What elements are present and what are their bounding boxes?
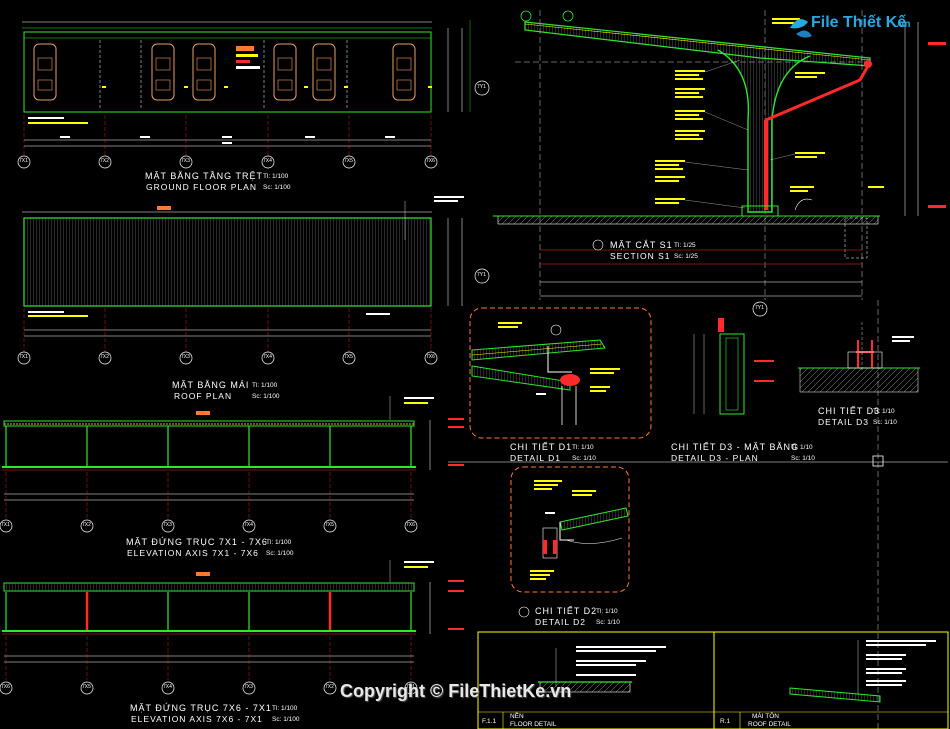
section-axis-label: 7Y1 bbox=[755, 305, 764, 311]
section-s1-title-vn: MẶT CẮT S1 bbox=[610, 240, 673, 250]
detail-d2-title-en: DETAIL D2 bbox=[535, 617, 587, 627]
elevation-2-axis-label: 7X4 bbox=[163, 684, 172, 690]
elevation-1-title-vn: MẶT ĐỨNG TRỤC 7X1 - 7X6 bbox=[126, 537, 268, 547]
roof-plan-axis-label: 7X2 bbox=[100, 354, 109, 360]
cross-axis-label: 7Y1 bbox=[477, 84, 486, 90]
logo-text: File Thiết Kế bbox=[811, 14, 907, 31]
elevation-1-title-en: ELEVATION AXIS 7X1 - 7X6 bbox=[127, 548, 259, 558]
roof-plan-title-en: ROOF PLAN bbox=[174, 391, 233, 401]
roof-detail-title-en: ROOF DETAIL bbox=[748, 721, 791, 728]
elevation-2-axis-label: 7X5 bbox=[82, 684, 91, 690]
section-s1-title-en: SECTION S1 bbox=[610, 251, 671, 261]
elevation-2-axis-label: 7X6 bbox=[1, 684, 10, 690]
logo-icon bbox=[790, 19, 812, 38]
ground-floor-scale-vn: Tl: 1/100 bbox=[263, 173, 289, 180]
detail-d2-title-vn: CHI TIẾT D2 bbox=[535, 606, 598, 616]
roof-plan-axis-label: 7X3 bbox=[181, 354, 190, 360]
elevation-axis-7x1-7x6 bbox=[0, 396, 464, 533]
detail-d1-scale-vn: Tl: 1/10 bbox=[572, 444, 594, 451]
detail-d2 bbox=[510, 466, 630, 618]
roof-detail-code: R.1 bbox=[720, 718, 731, 725]
roof-plan-axis-label: 7X1 bbox=[19, 354, 28, 360]
detail-d3-scale-vn: Tl: 1/10 bbox=[873, 408, 895, 415]
elevation-1-axis-label: 7X5 bbox=[325, 522, 334, 528]
copyright-watermark: Copyright © FileThietKe.vn bbox=[340, 681, 572, 701]
detail-d3-plan-title-en: DETAIL D3 - PLAN bbox=[671, 453, 759, 463]
detail-d2-scale-vn: Tl: 1/10 bbox=[596, 608, 618, 615]
elevation-1-scale-en: Sc: 1/100 bbox=[266, 550, 294, 557]
roof-detail-title-vn: MÁI TÔN bbox=[752, 713, 779, 720]
detail-d3-scale-en: Sc: 1/10 bbox=[873, 419, 897, 426]
detail-d3-plan bbox=[693, 318, 774, 415]
detail-d1-title-vn: CHI TIẾT D1 bbox=[510, 442, 573, 452]
ground-floor-axis-label: 7X3 bbox=[181, 158, 190, 164]
elevation-1-axis-label: 7X1 bbox=[1, 522, 10, 528]
detail-d1-title-en: DETAIL D1 bbox=[510, 453, 562, 463]
ground-floor-plan bbox=[17, 20, 490, 169]
ground-floor-title-vn: MẶT BẰNG TẦNG TRỆT bbox=[145, 171, 264, 181]
elevation-1-scale-vn: Tl: 1/100 bbox=[266, 539, 292, 546]
ground-floor-axis-label: 7X6 bbox=[426, 158, 435, 164]
elevation-2-title-vn: MẶT ĐỨNG TRỤC 7X6 - 7X1 bbox=[130, 703, 272, 713]
ground-floor-scale-en: Sc: 1/100 bbox=[263, 184, 291, 191]
logo-ext: .vn bbox=[896, 19, 911, 30]
detail-d3-title-vn: CHI TIẾT D3 bbox=[818, 406, 881, 416]
ground-floor-axis-label: 7X1 bbox=[19, 158, 28, 164]
floor-detail-code: F.1.1 bbox=[482, 718, 497, 725]
roof-plan-title-vn: MẶT BẰNG MÁI bbox=[172, 380, 250, 390]
elevation-2-scale-en: Sc: 1/100 bbox=[272, 716, 300, 723]
elevation-1-axis-label: 7X6 bbox=[406, 522, 415, 528]
section-s1 bbox=[493, 10, 946, 317]
roof-plan-scale-vn: Tl: 1/100 bbox=[252, 382, 278, 389]
detail-d3-plan-title-vn: CHI TIẾT D3 - MẶT BẰNG bbox=[671, 442, 800, 452]
section-s1-scale-en: Sc: 1/25 bbox=[674, 253, 698, 260]
floor-detail-title-en: FLOOR DETAIL bbox=[510, 721, 557, 728]
detail-d3 bbox=[798, 322, 920, 393]
roof-plan-axis-label: 7X5 bbox=[344, 354, 353, 360]
ground-floor-axis-label: 7X2 bbox=[100, 158, 109, 164]
detail-d1 bbox=[469, 307, 652, 439]
detail-d3-plan-scale-vn: Tl: 1/10 bbox=[791, 444, 813, 451]
detail-d2-scale-en: Sc: 1/10 bbox=[596, 619, 620, 626]
elevation-2-axis-label: 7X3 bbox=[244, 684, 253, 690]
roof-plan-scale-en: Sc: 1/100 bbox=[252, 393, 280, 400]
detail-d3-plan-scale-en: Sc: 1/10 bbox=[791, 455, 815, 462]
detail-d3-title-en: DETAIL D3 bbox=[818, 417, 870, 427]
cad-drawing-canvas bbox=[0, 10, 949, 729]
ground-floor-title-en: GROUND FLOOR PLAN bbox=[146, 182, 257, 192]
roof-plan-axis-label: 7X4 bbox=[263, 354, 272, 360]
ground-floor-axis-label: 7X5 bbox=[344, 158, 353, 164]
section-s1-scale-vn: Tl: 1/25 bbox=[674, 242, 696, 249]
elevation-2-axis-label: 7X2 bbox=[325, 684, 334, 690]
elevation-1-axis-label: 7X3 bbox=[163, 522, 172, 528]
elevation-1-axis-label: 7X2 bbox=[82, 522, 91, 528]
elevation-1-axis-label: 7X4 bbox=[244, 522, 253, 528]
ground-floor-axis-label: 7X4 bbox=[263, 158, 272, 164]
roof-plan-axis-label: 7X6 bbox=[426, 354, 435, 360]
elevation-axis-7x6-7x1 bbox=[0, 560, 464, 695]
detail-d1-scale-en: Sc: 1/10 bbox=[572, 455, 596, 462]
cross-axis-label: 7Y1 bbox=[477, 272, 486, 278]
elevation-2-scale-vn: Tl: 1/100 bbox=[272, 705, 298, 712]
floor-detail-title-vn: NỀN bbox=[510, 713, 524, 720]
roof-plan bbox=[17, 196, 490, 365]
elevation-2-title-en: ELEVATION AXIS 7X6 - 7X1 bbox=[131, 714, 263, 724]
